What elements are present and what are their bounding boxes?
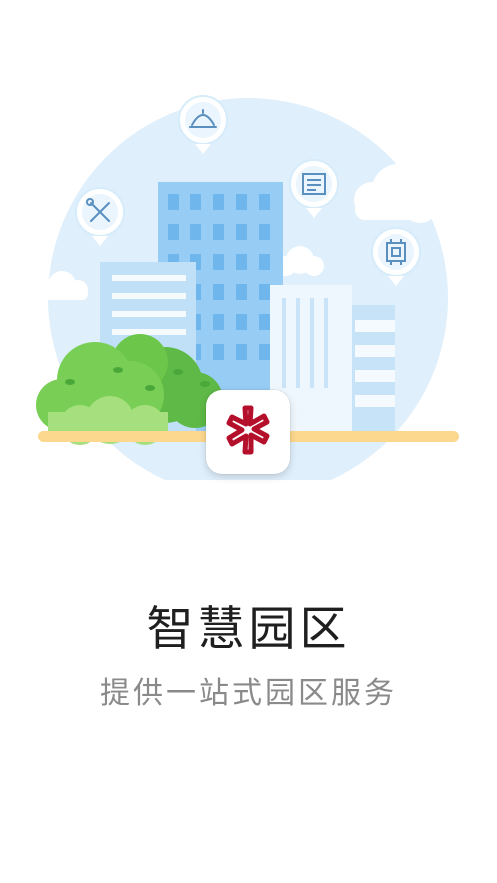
- app-subtitle: 提供一站式园区服务: [100, 676, 397, 711]
- building-right: [345, 305, 395, 433]
- app-title: 智慧园区: [146, 602, 351, 657]
- app-logo: [206, 390, 290, 474]
- asterisk-logo-icon: [226, 405, 270, 455]
- splash-screen: 智慧园区 提供一站式园区服务: [0, 0, 497, 883]
